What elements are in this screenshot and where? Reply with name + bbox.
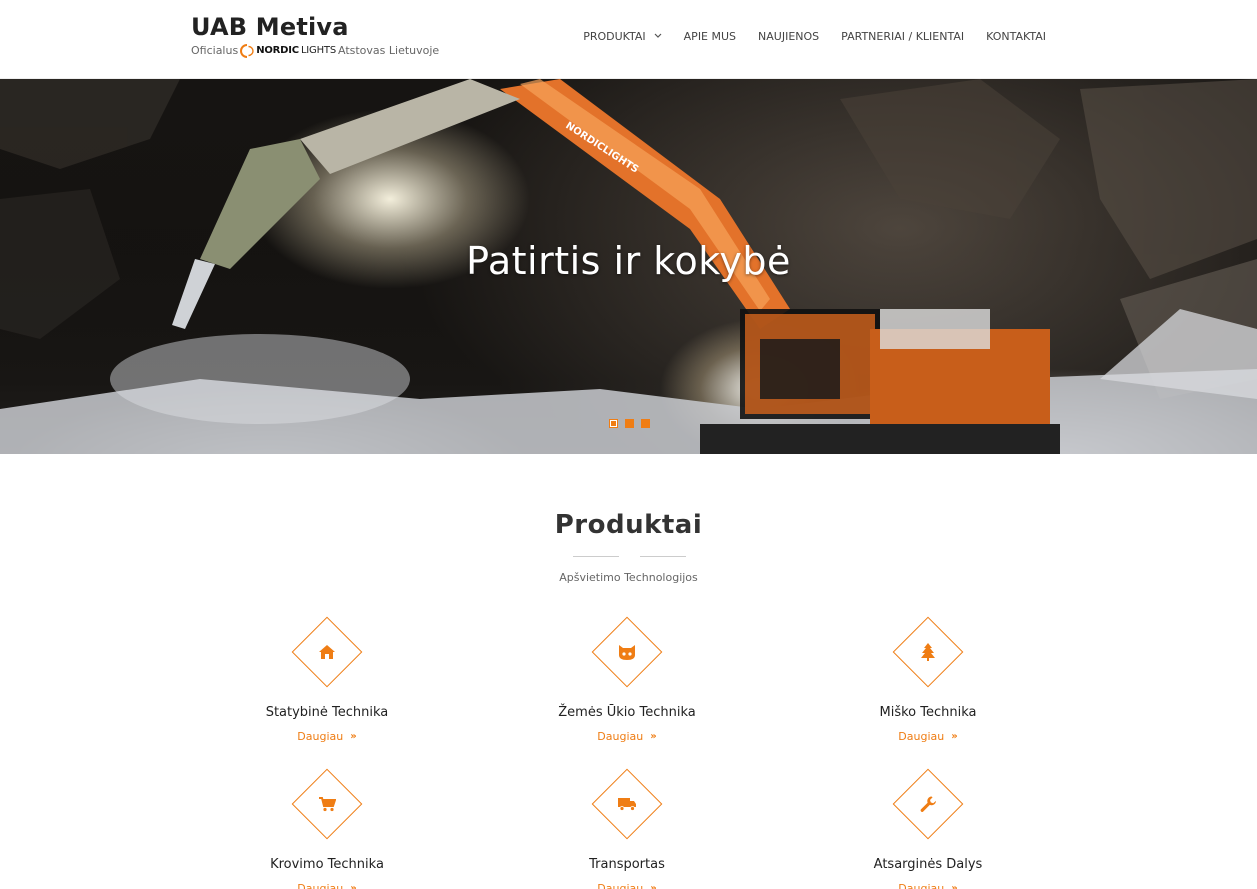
products-title: Produktai [554,510,703,540]
partner-name-bold: NORDIC [256,45,299,56]
product-card-misko: Miško Technika Daugiau » [808,616,1048,745]
nav-item-label: APIE MUS [683,30,737,43]
product-title[interactable]: Atsarginės Dalys [808,856,1048,874]
product-title[interactable]: Miško Technika [808,704,1048,722]
product-icon-frame[interactable] [291,616,363,688]
double-chevron-right-icon: » [951,731,958,742]
product-card-zemes-ukio: Žemės Ūkio Technika Daugiau » [507,616,747,745]
product-icon-frame[interactable] [291,768,363,840]
github-cat-icon [591,616,663,688]
nordiclights-logo-icon [240,44,254,58]
more-link[interactable]: Daugiau » [297,882,356,889]
more-link[interactable]: Daugiau » [898,730,957,743]
nordiclights-logo: NORDIC LIGHTS [240,43,336,59]
title-divider-right [640,556,686,557]
truck-icon [591,768,663,840]
nav-item-kontaktai[interactable]: KONTAKTAI [975,30,1057,43]
nav-item-label: PARTNERIAI / KLIENTAI [841,30,965,43]
title-divider-left [573,556,619,557]
chevron-down-icon [654,32,662,42]
more-label: Daugiau [597,730,644,743]
nav-item-label: PRODUKTAI [583,30,646,43]
nav-item-naujienos[interactable]: NAUJIENOS [747,30,830,43]
double-chevron-right-icon: » [350,883,357,889]
slider-dot-3[interactable] [641,419,650,428]
slider-dot-1[interactable] [609,419,618,428]
site-title[interactable]: UAB Metiva [191,12,439,42]
nav-item-apie-mus[interactable]: APIE MUS [673,30,747,43]
more-label: Daugiau [898,730,945,743]
more-link[interactable]: Daugiau » [297,730,356,743]
site-header: UAB Metiva Oficialus NORDIC LIGHTS Atstov… [0,0,1257,79]
more-label: Daugiau [898,882,945,889]
more-label: Daugiau [297,730,344,743]
nav-item-produktai[interactable]: PRODUKTAI [572,30,672,43]
nav-item-label: KONTAKTAI [986,30,1046,43]
product-title[interactable]: Žemės Ūkio Technika [507,704,747,722]
product-icon-frame[interactable] [892,768,964,840]
product-title[interactable]: Transportas [507,856,747,874]
product-title[interactable]: Statybinė Technika [207,704,447,722]
product-card-atsargines-dalys: Atsarginės Dalys Daugiau » [808,768,1048,889]
product-icon-frame[interactable] [591,616,663,688]
product-icon-frame[interactable] [591,768,663,840]
product-card-statybine: Statybinė Technika Daugiau » [207,616,447,745]
tagline-suffix: Atstovas Lietuvoje [337,44,440,57]
product-title[interactable]: Krovimo Technika [207,856,447,874]
hero-title: Patirtis ir kokybė [466,239,791,283]
more-link[interactable]: Daugiau » [597,882,656,889]
home-icon [291,616,363,688]
slider-pagination [609,419,650,428]
product-card-transportas: Transportas Daugiau » [507,768,747,889]
slider-dot-2[interactable] [625,419,634,428]
more-link[interactable]: Daugiau » [597,730,656,743]
product-icon-frame[interactable] [892,616,964,688]
double-chevron-right-icon: » [951,883,958,889]
more-label: Daugiau [297,882,344,889]
double-chevron-right-icon: » [650,883,657,889]
tagline-prefix: Oficialus [191,44,239,57]
nav-item-label: NAUJIENOS [758,30,820,43]
double-chevron-right-icon: » [350,731,357,742]
site-tagline: Oficialus NORDIC LIGHTS Atstovas Lietuvoj… [191,43,439,59]
wrench-icon [892,768,964,840]
hero-slider: NORDICLIGHTS Patirtis ir kokybė [0,79,1257,454]
product-card-krovimo: Krovimo Technika Daugiau » [207,768,447,889]
nav-item-partneriai-klientai[interactable]: PARTNERIAI / KLIENTAI [830,30,975,43]
shopping-cart-icon [291,768,363,840]
more-link[interactable]: Daugiau » [898,882,957,889]
more-label: Daugiau [597,882,644,889]
partner-name-light: LIGHTS [300,45,336,56]
brand[interactable]: UAB Metiva Oficialus NORDIC LIGHTS Atstov… [191,12,439,59]
products-subtitle: Apšvietimo Technologijos [559,571,698,584]
double-chevron-right-icon: » [650,731,657,742]
main-nav: PRODUKTAI APIE MUS NAUJIENOS PARTNERIAI … [572,30,1057,43]
tree-icon [892,616,964,688]
